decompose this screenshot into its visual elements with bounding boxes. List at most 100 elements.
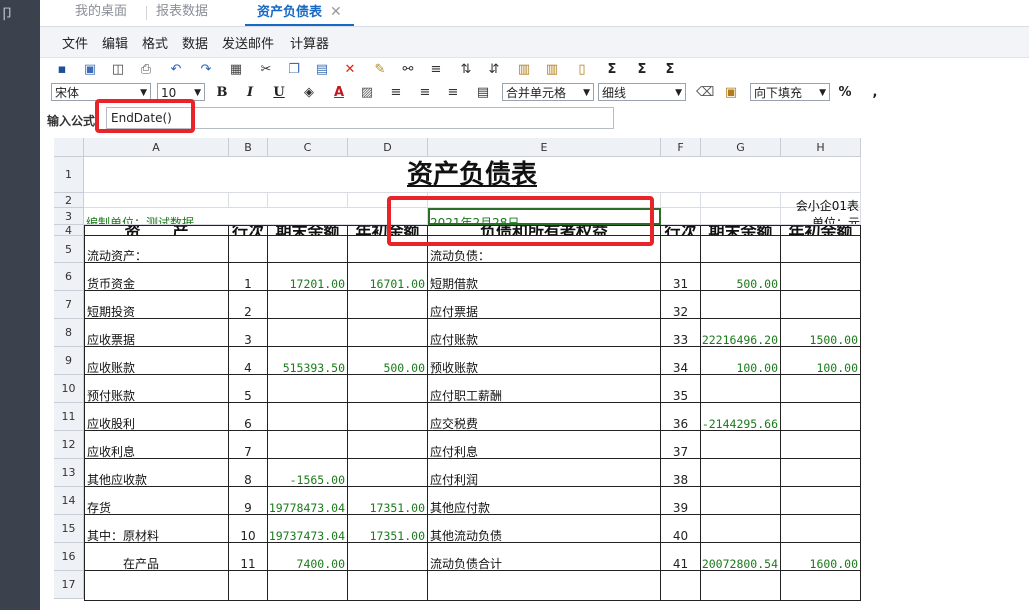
sum-icon[interactable]: Σ <box>604 62 620 78</box>
empty-cell[interactable] <box>661 208 701 225</box>
line-number-cell[interactable]: 6 <box>229 403 268 431</box>
liability-name-cell[interactable]: 其他流动负债 <box>428 515 661 543</box>
font-color-icon[interactable]: A <box>332 85 346 101</box>
opening-balance-cell[interactable] <box>348 543 428 571</box>
asset-name-cell[interactable]: 在产品 <box>84 543 229 571</box>
closing-balance-cell[interactable] <box>701 236 781 263</box>
line-number-cell[interactable]: 7 <box>229 431 268 459</box>
insert-column-icon[interactable]: ▥ <box>544 62 560 78</box>
opening-balance-cell[interactable] <box>348 375 428 403</box>
opening-balance-cell[interactable] <box>348 403 428 431</box>
cell-properties-icon[interactable]: ▣ <box>724 85 738 101</box>
liability-name-cell[interactable]: 流动负债合计 <box>428 543 661 571</box>
table-row-cell[interactable] <box>661 571 701 601</box>
empty-cell[interactable] <box>701 208 781 225</box>
empty-cell[interactable] <box>348 193 428 208</box>
thousands-separator-button[interactable]: , <box>868 85 882 101</box>
closing-balance-cell[interactable]: -1565.00 <box>268 459 348 487</box>
column-header-h[interactable]: H <box>781 138 861 157</box>
opening-balance-cell[interactable] <box>348 319 428 347</box>
column-header-d[interactable]: D <box>348 138 428 157</box>
table-row-cell[interactable] <box>428 571 661 601</box>
asset-name-cell[interactable]: 短期投资 <box>84 291 229 319</box>
liability-name-cell[interactable]: 其他应付款 <box>428 487 661 515</box>
opening-balance-cell[interactable] <box>781 459 861 487</box>
table-row-cell[interactable] <box>268 571 348 601</box>
empty-cell[interactable] <box>84 193 229 208</box>
border-style-select[interactable]: 细线 ▼ <box>598 83 686 101</box>
replace-icon[interactable]: ≡ <box>428 62 444 78</box>
line-number-header[interactable]: 行次 <box>661 225 701 236</box>
print-preview-icon[interactable]: ◫ <box>110 62 126 78</box>
closing-balance-cell[interactable]: -2144295.66 <box>701 403 781 431</box>
liability-name-cell[interactable]: 应交税费 <box>428 403 661 431</box>
line-number-cell[interactable]: 2 <box>229 291 268 319</box>
opening-balance-cell[interactable] <box>348 291 428 319</box>
opening-balance-cell[interactable]: 1600.00 <box>781 543 861 571</box>
column-sum-icon[interactable]: Σ <box>662 62 678 78</box>
eraser-icon[interactable]: ⌫ <box>696 85 714 101</box>
asset-name-cell[interactable]: 应收股利 <box>84 403 229 431</box>
line-number-cell[interactable] <box>229 236 268 263</box>
tab-my-desktop[interactable]: 我的桌面 <box>75 0 127 24</box>
closing-balance-cell[interactable] <box>701 291 781 319</box>
opening-balance-cell[interactable]: 16701.00 <box>348 263 428 291</box>
line-number-cell[interactable]: 10 <box>229 515 268 543</box>
row-header[interactable]: 12 <box>54 431 84 459</box>
column-header-b[interactable]: B <box>229 138 268 157</box>
asset-name-cell[interactable]: 其中：原材料 <box>84 515 229 543</box>
closing-balance-cell[interactable] <box>268 375 348 403</box>
closing-balance-header[interactable]: 期末余额 <box>268 225 348 236</box>
opening-balance-cell[interactable] <box>348 459 428 487</box>
closing-balance-cell[interactable] <box>268 431 348 459</box>
line-number-cell[interactable]: 35 <box>661 375 701 403</box>
column-header-e[interactable]: E <box>428 138 661 157</box>
format-painter-icon[interactable]: ✎ <box>372 62 388 78</box>
closing-balance-cell[interactable] <box>268 291 348 319</box>
menu-calculator[interactable]: 计算器 <box>290 33 329 52</box>
fill-down-select[interactable]: 向下填充 ▼ <box>750 83 830 101</box>
row-header[interactable]: 16 <box>54 543 84 571</box>
empty-cell[interactable] <box>701 193 781 208</box>
opening-balance-cell[interactable] <box>781 236 861 263</box>
line-number-cell[interactable]: 1 <box>229 263 268 291</box>
menu-format[interactable]: 格式 <box>142 33 168 52</box>
closing-balance-cell[interactable] <box>701 487 781 515</box>
line-number-cell[interactable]: 39 <box>661 487 701 515</box>
delete-icon[interactable]: ✕ <box>342 62 358 78</box>
table-row-cell[interactable] <box>781 571 861 601</box>
menu-edit[interactable]: 编辑 <box>102 33 128 52</box>
liability-name-cell[interactable]: 应付票据 <box>428 291 661 319</box>
line-number-cell[interactable]: 9 <box>229 487 268 515</box>
line-number-cell[interactable]: 33 <box>661 319 701 347</box>
merge-cells-select[interactable]: 合并单元格 ▼ <box>502 83 594 101</box>
opening-balance-cell[interactable] <box>781 487 861 515</box>
insert-row-icon[interactable]: ▥ <box>516 62 532 78</box>
liability-name-cell[interactable]: 应付利润 <box>428 459 661 487</box>
line-number-cell[interactable]: 4 <box>229 347 268 375</box>
asset-name-cell[interactable]: 应收票据 <box>84 319 229 347</box>
row-header[interactable]: 7 <box>54 291 84 319</box>
empty-cell[interactable] <box>229 193 268 208</box>
liability-name-cell[interactable]: 流动负债： <box>428 236 661 263</box>
delete-row-icon[interactable]: ▯ <box>574 62 590 78</box>
table-row-cell[interactable] <box>701 571 781 601</box>
tab-balance-sheet[interactable]: 资产负债表 ✕ <box>245 0 354 26</box>
column-header-a[interactable]: A <box>84 138 229 157</box>
copy-icon[interactable]: ❐ <box>286 62 302 78</box>
bold-button[interactable]: B <box>215 85 229 101</box>
closing-balance-cell[interactable] <box>268 319 348 347</box>
font-size-select[interactable]: 10 ▼ <box>157 83 205 101</box>
table-row-cell[interactable] <box>348 571 428 601</box>
paste-icon[interactable]: ▤ <box>314 62 330 78</box>
closing-balance-cell[interactable] <box>701 375 781 403</box>
line-number-cell[interactable]: 31 <box>661 263 701 291</box>
liability-name-cell[interactable]: 应付利息 <box>428 431 661 459</box>
row-header[interactable]: 1 <box>54 157 84 193</box>
closing-balance-cell[interactable]: 500.00 <box>701 263 781 291</box>
opening-balance-cell[interactable]: 1500.00 <box>781 319 861 347</box>
closing-balance-cell[interactable] <box>701 515 781 543</box>
liability-name-cell[interactable]: 应付职工薪酬 <box>428 375 661 403</box>
column-header-c[interactable]: C <box>268 138 348 157</box>
grid-icon[interactable]: ▦ <box>228 62 244 78</box>
